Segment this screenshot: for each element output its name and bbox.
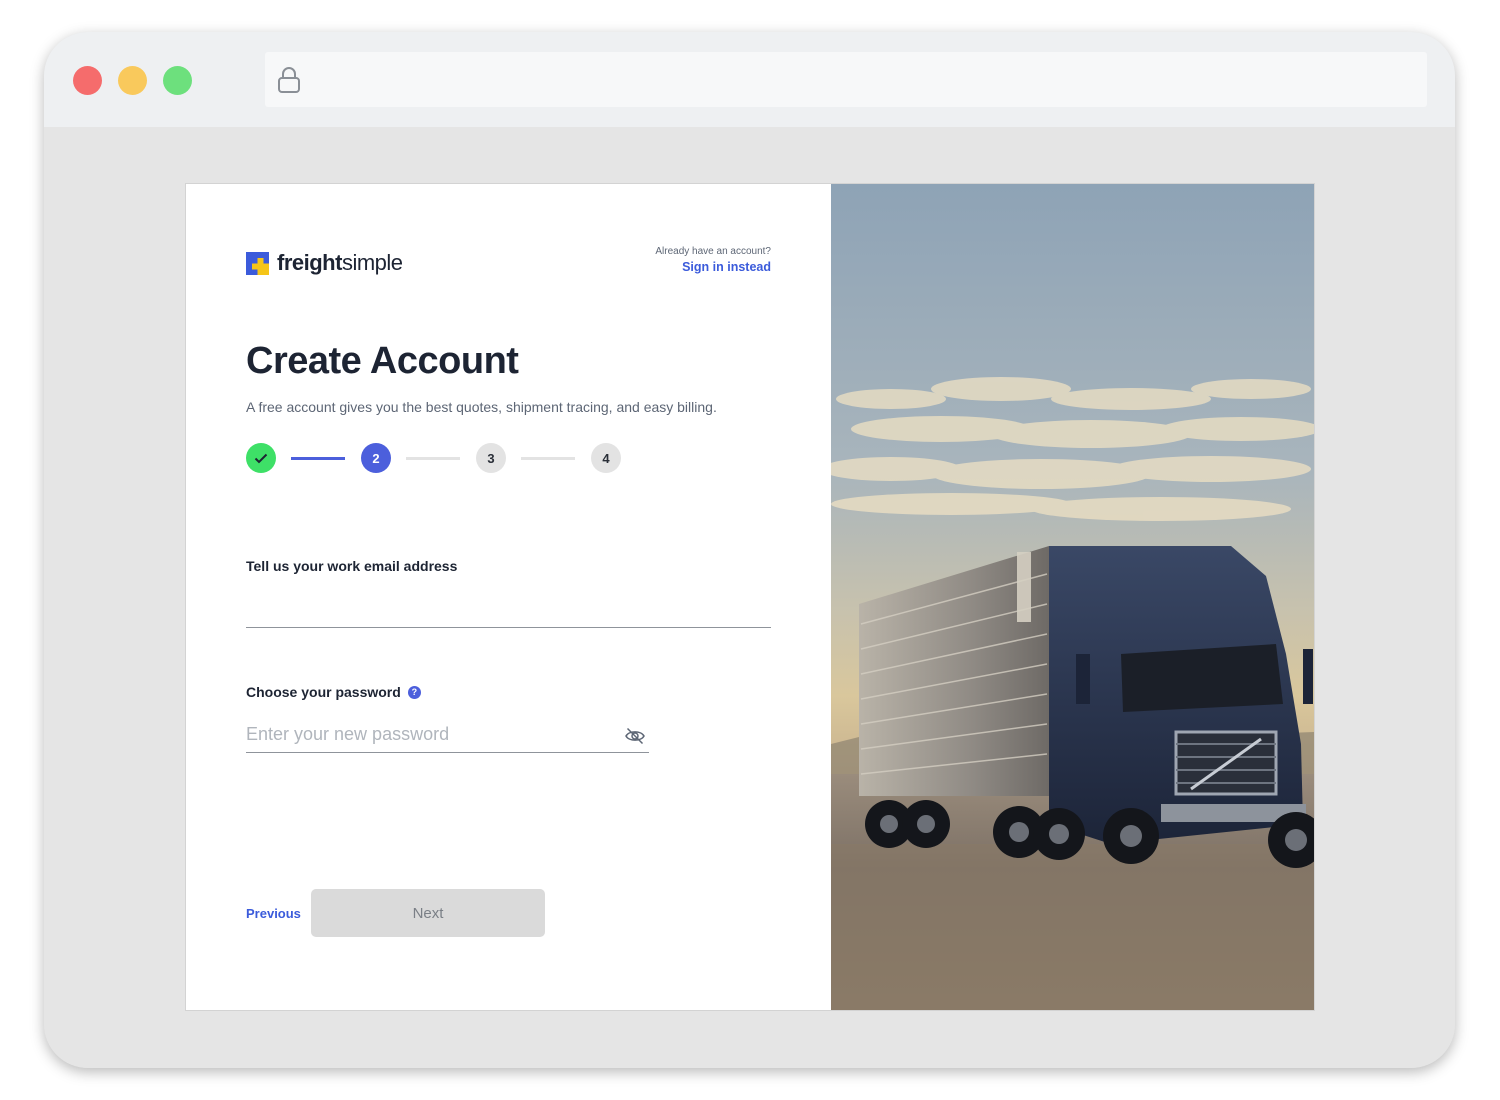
truck-photo: [831, 184, 1314, 1010]
previous-button[interactable]: Previous: [246, 906, 301, 921]
maximize-window-button[interactable]: [163, 66, 192, 95]
signin-prompt-text: Already have an account?: [655, 246, 771, 257]
close-window-button[interactable]: [73, 66, 102, 95]
step-1-completed: [246, 443, 276, 473]
lock-icon: [278, 67, 300, 93]
form-panel: freightsimple Already have an account? S…: [186, 184, 831, 1010]
truck-photo-illustration: [831, 184, 1314, 1010]
brand-logo[interactable]: freightsimple: [246, 250, 403, 276]
page-title: Create Account: [246, 340, 519, 382]
browser-window: freightsimple Already have an account? S…: [44, 32, 1455, 1068]
step-connector-3: [521, 457, 575, 460]
help-icon[interactable]: ?: [407, 685, 421, 699]
email-label: Tell us your work email address: [246, 558, 457, 574]
step-connector-1: [291, 457, 345, 460]
minimize-window-button[interactable]: [118, 66, 147, 95]
step-4-pending: 4: [591, 443, 621, 473]
page-viewport: freightsimple Already have an account? S…: [44, 127, 1455, 1068]
truck-shape: [859, 546, 1314, 868]
sign-in-link[interactable]: Sign in instead: [655, 260, 771, 274]
page-subtitle: A free account gives you the best quotes…: [246, 399, 717, 415]
browser-toolbar: [44, 32, 1455, 127]
eye-off-icon[interactable]: [624, 727, 646, 745]
email-field[interactable]: [246, 598, 771, 628]
next-button[interactable]: Next: [311, 889, 545, 937]
address-bar[interactable]: [265, 52, 1427, 107]
progress-stepper: 2 3 4: [246, 442, 622, 474]
step-2-active: 2: [361, 443, 391, 473]
logo-mark-icon: [246, 251, 269, 275]
step-connector-2: [406, 457, 460, 460]
email-label-text: Tell us your work email address: [246, 558, 458, 574]
password-label: Choose your password ?: [246, 684, 421, 700]
check-icon: [254, 453, 268, 463]
signin-prompt-area: Already have an account? Sign in instead: [655, 246, 771, 274]
signup-card: freightsimple Already have an account? S…: [186, 184, 1314, 1010]
password-field[interactable]: [246, 722, 649, 753]
step-3-pending: 3: [476, 443, 506, 473]
password-label-text: Choose your password: [246, 684, 401, 700]
brand-name: freightsimple: [277, 250, 403, 275]
